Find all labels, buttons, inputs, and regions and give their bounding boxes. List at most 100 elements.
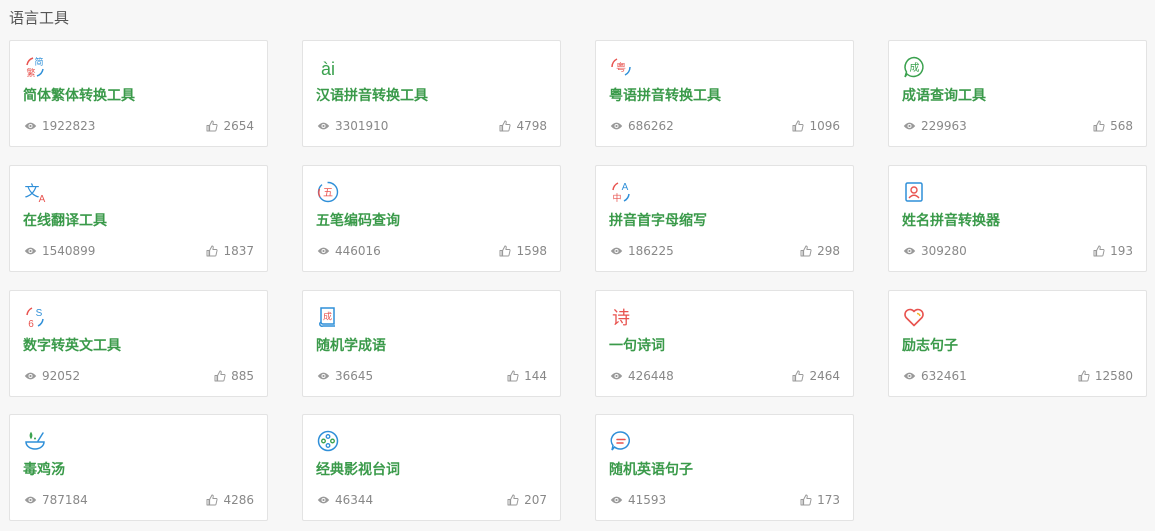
like-count-value: 2654 — [223, 119, 254, 133]
view-count-value: 309280 — [921, 244, 967, 258]
idiom-book-icon: 成 — [316, 305, 340, 329]
eye-icon — [610, 246, 623, 256]
thumbs-up-icon[interactable] — [1093, 245, 1105, 257]
tool-name: 经典影视台词 — [316, 462, 400, 478]
view-count: 41593 — [610, 492, 666, 508]
eye-icon — [24, 121, 37, 131]
tool-name: 姓名拼音转换器 — [902, 213, 1000, 229]
tool-name: 一句诗词 — [609, 338, 665, 354]
thumbs-up-icon[interactable] — [499, 245, 511, 257]
thumbs-up-icon[interactable] — [792, 370, 804, 382]
section-title: 语言工具 — [9, 9, 70, 27]
tool-card[interactable]: S 6 数字转英文工具 92052 885 — [9, 290, 268, 397]
eye-icon — [317, 121, 330, 131]
eye-icon — [610, 371, 623, 381]
thumbs-up-icon[interactable] — [800, 494, 812, 506]
tool-card[interactable]: 励志句子 632461 12580 — [888, 290, 1147, 397]
thumbs-up-icon[interactable] — [499, 120, 511, 132]
thumbs-up-icon[interactable] — [206, 120, 218, 132]
like-count-value: 1598 — [516, 244, 547, 258]
tool-name: 在线翻译工具 — [23, 213, 107, 229]
view-count: 426448 — [610, 368, 674, 384]
like-count-value: 193 — [1110, 244, 1133, 258]
like-count-value: 298 — [817, 244, 840, 258]
like-count[interactable]: 885 — [214, 368, 254, 384]
thumbs-up-icon[interactable] — [206, 245, 218, 257]
view-count-value: 446016 — [335, 244, 381, 258]
eye-icon — [903, 121, 916, 131]
tool-name: 粤语拼音转换工具 — [609, 88, 721, 104]
tool-card[interactable]: 成随机学成语 36645 144 — [302, 290, 561, 397]
view-count: 787184 — [24, 492, 88, 508]
like-count-value: 207 — [524, 493, 547, 507]
like-count[interactable]: 4286 — [206, 492, 254, 508]
svg-text:中: 中 — [612, 192, 621, 203]
like-count[interactable]: 1096 — [792, 118, 840, 134]
svg-text:诗: 诗 — [612, 308, 630, 328]
svg-text:成: 成 — [323, 311, 332, 322]
thumbs-up-icon[interactable] — [800, 245, 812, 257]
film-reel-icon — [316, 429, 340, 453]
view-count: 46344 — [317, 492, 373, 508]
thumbs-up-icon[interactable] — [206, 494, 218, 506]
eye-icon — [317, 495, 330, 505]
svg-text:成: 成 — [910, 62, 920, 74]
like-count[interactable]: 207 — [507, 492, 547, 508]
thumbs-up-icon[interactable] — [507, 494, 519, 506]
thumbs-up-icon[interactable] — [1093, 120, 1105, 132]
eye-icon — [903, 246, 916, 256]
like-count-value: 568 — [1110, 119, 1133, 133]
tool-card[interactable]: 经典影视台词 46344 207 — [302, 414, 561, 521]
like-count[interactable]: 12580 — [1078, 368, 1133, 384]
tool-card[interactable]: A 中拼音首字母缩写 186225 298 — [595, 165, 854, 272]
tool-card[interactable]: ài 汉语拼音转换工具 3301910 4798 — [302, 40, 561, 147]
tool-name: 励志句子 — [902, 338, 958, 354]
tool-name: 随机英语句子 — [609, 462, 693, 478]
like-count[interactable]: 173 — [800, 492, 840, 508]
eye-icon — [317, 371, 330, 381]
like-count[interactable]: 2654 — [206, 118, 254, 134]
like-count[interactable]: 144 — [507, 368, 547, 384]
view-count-value: 41593 — [628, 493, 667, 507]
chat-bubble-icon — [609, 429, 633, 453]
view-count-value: 686262 — [628, 119, 674, 133]
thumbs-up-icon[interactable] — [792, 120, 804, 132]
tool-name: 拼音首字母缩写 — [609, 213, 707, 229]
like-count-value: 4286 — [223, 493, 254, 507]
tool-card[interactable]: 成成语查询工具 229963 568 — [888, 40, 1147, 147]
name-card-icon — [902, 180, 926, 204]
eye-icon — [610, 495, 623, 505]
like-count[interactable]: 2464 — [792, 368, 840, 384]
like-count[interactable]: 568 — [1093, 118, 1133, 134]
tool-name: 简体繁体转换工具 — [23, 88, 135, 104]
tool-card[interactable]: 五五笔编码查询 446016 1598 — [302, 165, 561, 272]
eye-icon — [24, 371, 37, 381]
like-count[interactable]: 4798 — [499, 118, 547, 134]
like-count[interactable]: 298 — [800, 243, 840, 259]
view-count-value: 632461 — [921, 369, 967, 383]
like-count[interactable]: 193 — [1093, 243, 1133, 259]
tool-card[interactable]: 随机英语句子 41593 173 — [595, 414, 854, 521]
tool-card[interactable]: 文 A 在线翻译工具 1540899 1837 — [9, 165, 268, 272]
like-count-value: 2464 — [809, 369, 840, 383]
view-count-value: 426448 — [628, 369, 674, 383]
thumbs-up-icon[interactable] — [1078, 370, 1090, 382]
tool-card[interactable]: 毒鸡汤 787184 4286 — [9, 414, 268, 521]
svg-text:A: A — [39, 194, 46, 204]
tool-card[interactable]: 姓名拼音转换器 309280 193 — [888, 165, 1147, 272]
simplified-traditional-icon: 简繁 — [23, 55, 47, 79]
thumbs-up-icon[interactable] — [507, 370, 519, 382]
idiom-bubble-icon: 成 — [902, 55, 926, 79]
view-count: 3301910 — [317, 118, 388, 134]
like-count[interactable]: 1598 — [499, 243, 547, 259]
tool-card[interactable]: 粤粤语拼音转换工具 686262 1096 — [595, 40, 854, 147]
view-count: 1922823 — [24, 118, 95, 134]
like-count[interactable]: 1837 — [206, 243, 254, 259]
like-count-value: 12580 — [1094, 369, 1133, 383]
svg-text:A: A — [622, 182, 629, 193]
tool-card[interactable]: 简繁简体繁体转换工具 1922823 2654 — [9, 40, 268, 147]
tool-card[interactable]: 诗一句诗词 426448 2464 — [595, 290, 854, 397]
tool-name: 毒鸡汤 — [23, 462, 65, 478]
tool-grid: 简繁简体繁体转换工具 1922823 2654 ài 汉语拼音转换工具 3301910 47… — [9, 40, 1149, 524]
thumbs-up-icon[interactable] — [214, 370, 226, 382]
